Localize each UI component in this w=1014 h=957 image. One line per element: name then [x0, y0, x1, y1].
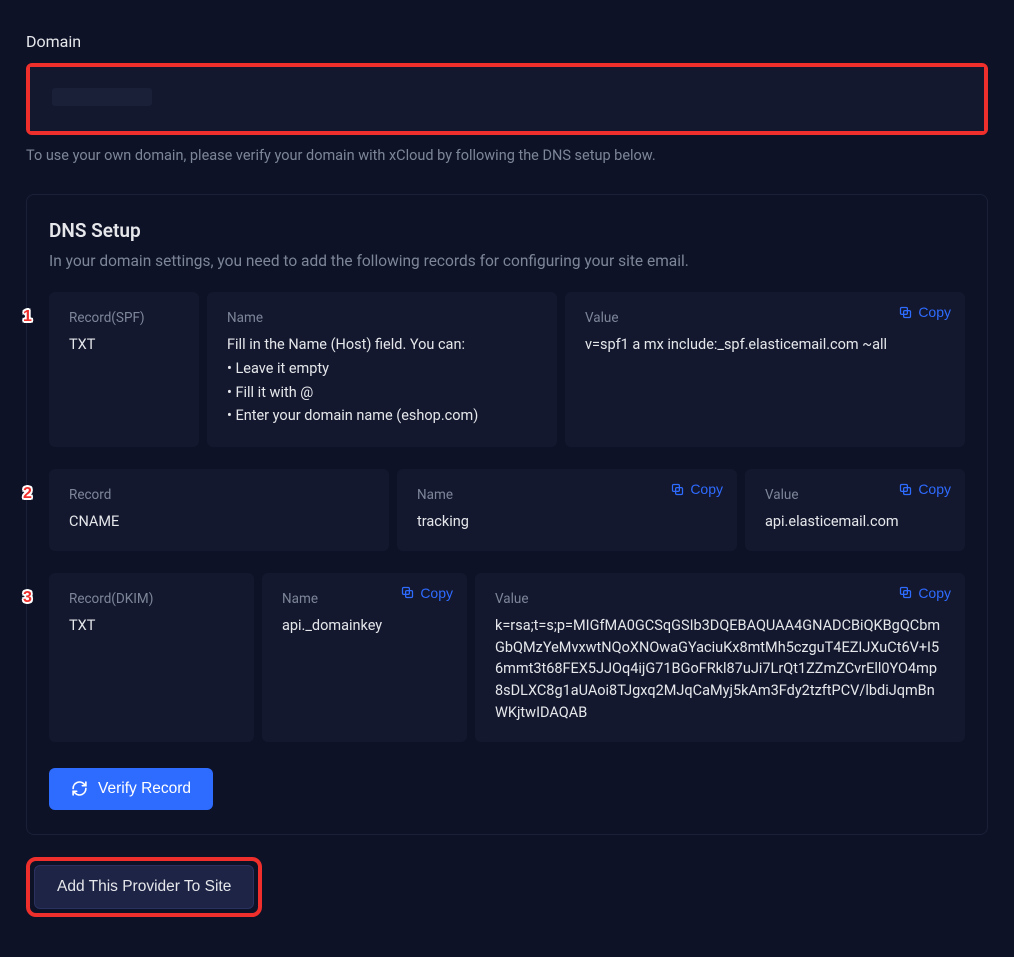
record-name-value: tracking	[417, 511, 717, 533]
domain-helper-text: To use your own domain, please verify yo…	[26, 147, 988, 164]
record-type-card: Record(SPF) TXT	[49, 292, 199, 447]
copy-label: Copy	[918, 481, 951, 497]
add-provider-highlight: Add This Provider To Site	[26, 857, 262, 917]
name-line: Fill in the Name (Host) field. You can:	[227, 334, 537, 356]
record-value-label: Value	[495, 591, 945, 607]
record-name-card: Copy Name api._domainkey	[262, 573, 467, 742]
copy-icon	[670, 482, 685, 497]
copy-value-button[interactable]: Copy	[898, 304, 951, 320]
copy-label: Copy	[420, 585, 453, 601]
verify-record-label: Verify Record	[98, 780, 191, 798]
copy-icon	[898, 585, 913, 600]
name-line: • Enter your domain name (eshop.com)	[227, 405, 537, 427]
copy-icon	[898, 305, 913, 320]
verify-record-button[interactable]: Verify Record	[49, 768, 213, 810]
copy-icon	[400, 585, 415, 600]
domain-input-redacted	[52, 88, 152, 106]
copy-value-button[interactable]: Copy	[898, 585, 951, 601]
dns-record-row: 3 Record(DKIM) TXT Copy Name api._domain…	[49, 573, 965, 742]
record-type-card: Record(DKIM) TXT	[49, 573, 254, 742]
copy-label: Copy	[690, 481, 723, 497]
dns-record-row: 1 Record(SPF) TXT Name Fill in the Name …	[49, 292, 965, 447]
refresh-icon	[71, 780, 88, 797]
copy-name-button[interactable]: Copy	[400, 585, 453, 601]
record-type-label: Record(SPF)	[69, 310, 179, 326]
name-line: • Leave it empty	[227, 358, 537, 380]
domain-field-label: Domain	[26, 32, 988, 51]
record-type-value: CNAME	[69, 511, 369, 533]
record-type-label: Record(DKIM)	[69, 591, 234, 607]
domain-input-highlight	[26, 63, 988, 135]
dns-setup-title: DNS Setup	[49, 219, 965, 242]
copy-label: Copy	[918, 585, 951, 601]
dns-record-row: 2 Record CNAME Copy Name tracking Copy V…	[49, 469, 965, 551]
callout-badge-1: 1	[23, 308, 41, 328]
name-line: • Fill it with @	[227, 382, 537, 404]
record-name-value: Fill in the Name (Host) field. You can: …	[227, 334, 537, 427]
record-type-value: TXT	[69, 615, 234, 637]
dns-setup-subtitle: In your domain settings, you need to add…	[49, 252, 965, 270]
copy-value-button[interactable]: Copy	[898, 481, 951, 497]
add-provider-button[interactable]: Add This Provider To Site	[34, 865, 254, 909]
record-type-card: Record CNAME	[49, 469, 389, 551]
record-type-label: Record	[69, 487, 369, 503]
record-value-card: Copy Value k=rsa;t=s;p=MIGfMA0GCSqGSIb3D…	[475, 573, 965, 742]
record-value-text: v=spf1 a mx include:_spf.elasticemail.co…	[585, 334, 945, 356]
copy-label: Copy	[918, 304, 951, 320]
record-value-text: api.elasticemail.com	[765, 511, 945, 533]
callout-badge-3: 3	[23, 589, 41, 609]
record-name-card: Name Fill in the Name (Host) field. You …	[207, 292, 557, 447]
copy-name-button[interactable]: Copy	[670, 481, 723, 497]
callout-badge-2: 2	[23, 485, 41, 505]
copy-icon	[898, 482, 913, 497]
add-provider-label: Add This Provider To Site	[57, 878, 231, 895]
record-name-label: Name	[227, 310, 537, 326]
record-type-value: TXT	[69, 334, 179, 356]
record-value-card: Copy Value v=spf1 a mx include:_spf.elas…	[565, 292, 965, 447]
record-value-text: k=rsa;t=s;p=MIGfMA0GCSqGSIb3DQEBAQUAA4GN…	[495, 615, 945, 724]
record-name-value: api._domainkey	[282, 615, 447, 637]
record-name-card: Copy Name tracking	[397, 469, 737, 551]
dns-setup-panel: DNS Setup In your domain settings, you n…	[26, 194, 988, 835]
record-value-label: Value	[585, 310, 945, 326]
record-value-card: Copy Value api.elasticemail.com	[745, 469, 965, 551]
domain-input[interactable]	[30, 67, 984, 131]
